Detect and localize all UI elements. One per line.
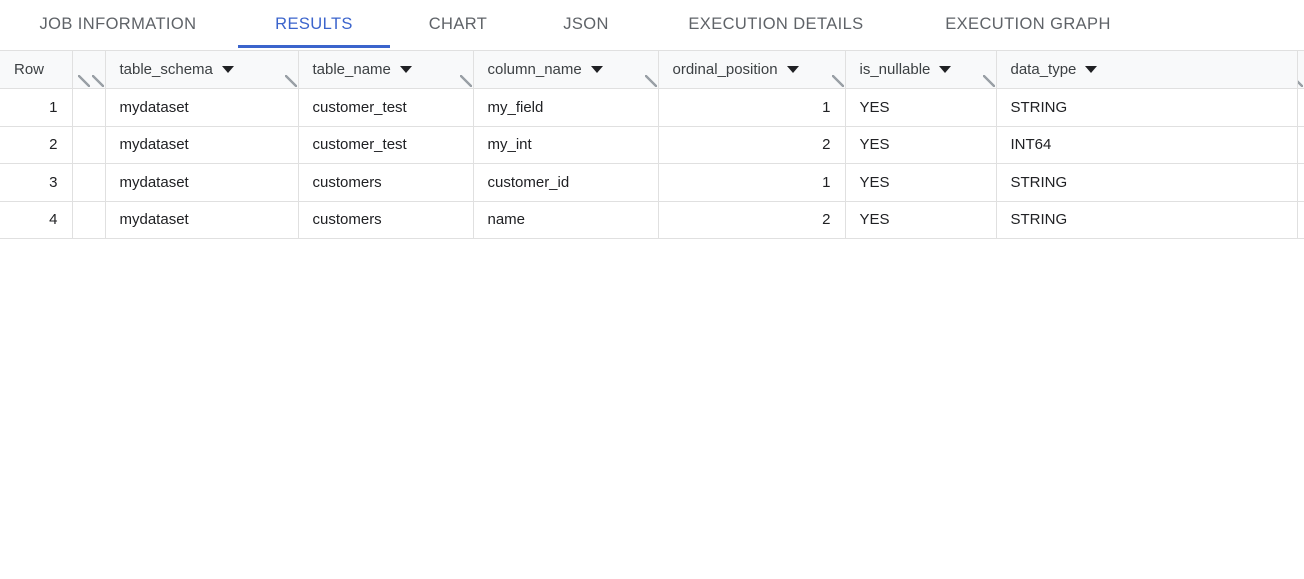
cell-row-spacer xyxy=(72,126,106,164)
column-header-row: Row xyxy=(0,50,73,89)
resize-handle-icon[interactable] xyxy=(1297,75,1303,87)
table-row[interactable]: 1 mydataset customer_test my_field 1 YES… xyxy=(0,88,1304,127)
cell-row-number: 2 xyxy=(0,126,73,164)
table-header-row: Row table_schema table_name column_name … xyxy=(0,50,1304,89)
resize-handle-icon[interactable] xyxy=(459,75,472,87)
cell-filler xyxy=(1297,163,1304,202)
cell-is_nullable: YES xyxy=(845,126,997,164)
table-row[interactable]: 2 mydataset customer_test my_int 2 YES I… xyxy=(0,126,1304,164)
cell-is_nullable: YES xyxy=(845,88,997,127)
table-body: 1 mydataset customer_test my_field 1 YES… xyxy=(0,88,1304,239)
resize-handle-icon[interactable] xyxy=(284,75,297,87)
cell-table_schema: mydataset xyxy=(105,126,299,164)
cell-data_type: STRING xyxy=(996,163,1298,202)
cell-table_schema: mydataset xyxy=(105,88,299,127)
column-header-is_nullable[interactable]: is_nullable xyxy=(845,50,997,89)
cell-table_schema: mydataset xyxy=(105,201,299,239)
cell-table_name: customers xyxy=(298,163,474,202)
cell-filler xyxy=(1297,201,1304,239)
cell-ordinal_position: 2 xyxy=(658,201,846,239)
column-header-filler xyxy=(1297,50,1304,89)
chevron-down-icon[interactable] xyxy=(1085,66,1098,73)
cell-row-spacer xyxy=(72,201,106,239)
cell-row-number: 1 xyxy=(0,88,73,127)
tab-chart[interactable]: CHART xyxy=(404,0,512,48)
cell-data_type: STRING xyxy=(996,88,1298,127)
column-header-row-label: Row xyxy=(14,61,45,78)
cell-ordinal_position: 1 xyxy=(658,163,846,202)
chevron-down-icon[interactable] xyxy=(399,66,412,73)
cell-ordinal_position: 2 xyxy=(658,126,846,164)
table-header: Row table_schema table_name column_name … xyxy=(0,50,1304,89)
resize-handle-icon[interactable] xyxy=(982,75,995,87)
cell-filler xyxy=(1297,88,1304,127)
query-results-table: Row table_schema table_name column_name … xyxy=(0,50,1304,239)
cell-data_type: INT64 xyxy=(996,126,1298,164)
cell-table_name: customers xyxy=(298,201,474,239)
column-header-label: table_schema xyxy=(119,61,213,78)
results-tab-bar: JOB INFORMATION RESULTS CHART JSON EXECU… xyxy=(0,0,1304,50)
tab-execution-graph[interactable]: EXECUTION GRAPH xyxy=(906,0,1150,48)
column-header-table_schema[interactable]: table_schema xyxy=(105,50,299,89)
column-header-label: ordinal_position xyxy=(672,61,778,78)
cell-column_name: customer_id xyxy=(473,163,659,202)
cell-is_nullable: YES xyxy=(845,201,997,239)
cell-ordinal_position: 1 xyxy=(658,88,846,127)
table-row[interactable]: 4 mydataset customers name 2 YES STRING xyxy=(0,201,1304,239)
cell-table_name: customer_test xyxy=(298,126,474,164)
tab-results[interactable]: RESULTS xyxy=(238,0,390,48)
cell-column_name: my_int xyxy=(473,126,659,164)
column-header-label: data_type xyxy=(1010,61,1077,78)
column-header-column_name[interactable]: column_name xyxy=(473,50,659,89)
cell-data_type: STRING xyxy=(996,201,1298,239)
column-header-row-spacer xyxy=(72,50,106,89)
tab-json[interactable]: JSON xyxy=(526,0,646,48)
cell-filler xyxy=(1297,126,1304,164)
cell-row-number: 4 xyxy=(0,201,73,239)
empty-results-area xyxy=(0,239,1304,579)
query-results-table-container: Row table_schema table_name column_name … xyxy=(0,50,1304,239)
column-header-label: is_nullable xyxy=(859,61,931,78)
column-header-label: column_name xyxy=(487,61,582,78)
resize-handle-icon[interactable] xyxy=(77,75,104,87)
cell-row-spacer xyxy=(72,88,106,127)
table-row[interactable]: 3 mydataset customers customer_id 1 YES … xyxy=(0,163,1304,202)
chevron-down-icon[interactable] xyxy=(786,66,799,73)
cell-table_name: customer_test xyxy=(298,88,474,127)
cell-column_name: name xyxy=(473,201,659,239)
column-header-label: table_name xyxy=(312,61,391,78)
tab-job-information[interactable]: JOB INFORMATION xyxy=(12,0,224,48)
chevron-down-icon[interactable] xyxy=(939,66,952,73)
column-header-ordinal_position[interactable]: ordinal_position xyxy=(658,50,846,89)
column-header-table_name[interactable]: table_name xyxy=(298,50,474,89)
cell-row-spacer xyxy=(72,163,106,202)
tab-execution-details[interactable]: EXECUTION DETAILS xyxy=(660,0,892,48)
cell-table_schema: mydataset xyxy=(105,163,299,202)
cell-row-number: 3 xyxy=(0,163,73,202)
chevron-down-icon[interactable] xyxy=(590,66,603,73)
chevron-down-icon[interactable] xyxy=(221,66,234,73)
cell-is_nullable: YES xyxy=(845,163,997,202)
resize-handle-icon[interactable] xyxy=(831,75,844,87)
column-header-data_type[interactable]: data_type xyxy=(996,50,1298,89)
resize-handle-icon[interactable] xyxy=(644,75,657,87)
cell-column_name: my_field xyxy=(473,88,659,127)
